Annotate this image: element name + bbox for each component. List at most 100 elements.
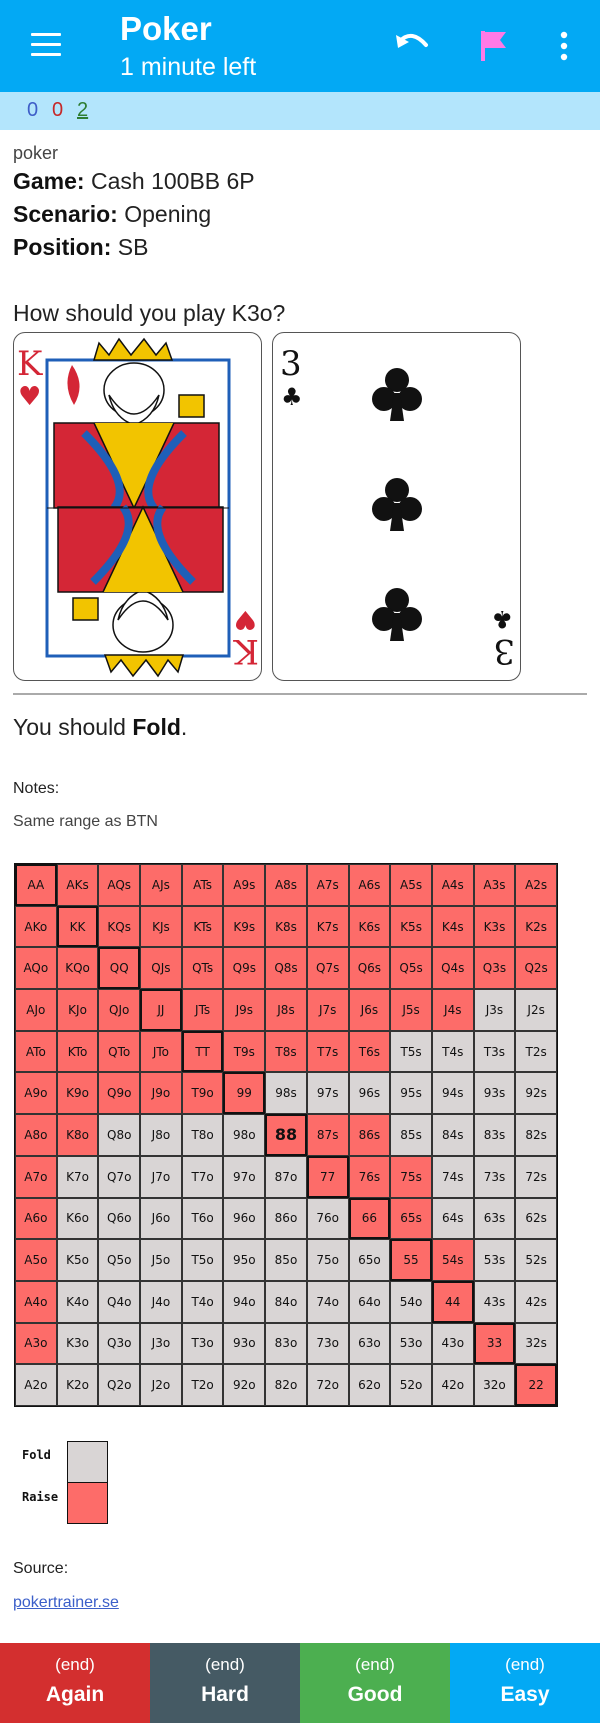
again-label: Again <box>45 1683 105 1706</box>
range-cell-62o: 62o <box>348 1364 391 1406</box>
range-cell-52o: 52o <box>390 1364 432 1406</box>
range-cell-K3o: K3o <box>56 1322 99 1365</box>
card1-suit-icon-bottom: ♥ <box>234 604 257 634</box>
range-cell-A8s: A8s <box>265 864 307 906</box>
range-cell-86o: 86o <box>265 1197 307 1240</box>
range-cell-Q9s: Q9s <box>223 947 266 990</box>
range-cell-73s: 73s <box>473 1155 516 1198</box>
answer-text: You should Fold. <box>13 714 187 741</box>
card-counts-bar: 0 0 2 <box>0 92 600 130</box>
range-cell-AQs: AQs <box>98 864 141 906</box>
card2-rank: 3 <box>280 344 302 384</box>
hard-button[interactable]: (end) Hard <box>150 1643 300 1723</box>
range-cell-Q3o: Q3o <box>98 1322 141 1365</box>
range-cell-A7o: A7o <box>15 1155 57 1198</box>
range-cell-Q4s: Q4s <box>431 947 474 990</box>
range-cell-AKo: AKo <box>15 905 57 948</box>
hard-interval: (end) <box>205 1655 245 1674</box>
hard-label: Hard <box>201 1683 249 1706</box>
range-cell-84s: 84s <box>431 1114 474 1156</box>
easy-label: Easy <box>500 1683 550 1706</box>
range-cell-42o: 42o <box>431 1364 474 1406</box>
range-cell-QJo: QJo <box>98 989 141 1031</box>
range-cell-65o: 65o <box>348 1239 391 1281</box>
scenario-value: Opening <box>124 201 212 227</box>
hamburger-menu-icon[interactable] <box>24 28 68 62</box>
range-cell-83o: 83o <box>265 1322 307 1365</box>
range-cell-T8o: T8o <box>181 1114 224 1156</box>
three-of-clubs-card: 3 ♣ 3 ♣ <box>272 332 521 681</box>
scenario-label: Scenario: <box>13 201 118 227</box>
range-cell-92s: 92s <box>515 1072 557 1115</box>
range-cell-95s: 95s <box>390 1072 432 1115</box>
range-cell-Q7o: Q7o <box>98 1155 141 1198</box>
range-cell-72o: 72o <box>306 1364 349 1406</box>
range-cell-ATo: ATo <box>15 1030 57 1073</box>
undo-icon[interactable] <box>388 22 436 70</box>
range-cell-J3s: J3s <box>473 989 516 1031</box>
range-cell-T5o: T5o <box>181 1239 224 1281</box>
range-cell-55: 55 <box>390 1239 432 1281</box>
flag-icon[interactable] <box>470 22 518 70</box>
range-cell-J9o: J9o <box>140 1072 182 1115</box>
range-cell-T4o: T4o <box>181 1280 224 1323</box>
range-cell-97s: 97s <box>306 1072 349 1115</box>
range-cell-Q4o: Q4o <box>98 1280 141 1323</box>
range-cell-J9s: J9s <box>223 989 266 1031</box>
range-cell-KK: KK <box>56 905 99 948</box>
range-cell-K6s: K6s <box>348 905 391 948</box>
range-cell-63s: 63s <box>473 1197 516 1240</box>
range-cell-95o: 95o <box>223 1239 266 1281</box>
range-cell-76o: 76o <box>306 1197 349 1240</box>
range-cell-84o: 84o <box>265 1280 307 1323</box>
card1-rank: K <box>17 344 43 384</box>
range-cell-J5o: J5o <box>140 1239 182 1281</box>
answer-buttons: (end) Again (end) Hard (end) Good (end) … <box>0 1643 600 1723</box>
range-cell-94o: 94o <box>223 1280 266 1323</box>
sword-hilt <box>178 394 205 418</box>
notes-label: Notes: <box>13 780 60 797</box>
range-cell-86s: 86s <box>348 1114 391 1156</box>
question-text: How should you play K3o? <box>13 300 286 326</box>
range-cell-99: 99 <box>223 1072 266 1115</box>
range-cell-J4o: J4o <box>140 1280 182 1323</box>
range-cell-Q5s: Q5s <box>390 947 432 990</box>
range-cell-Q2s: Q2s <box>515 947 557 990</box>
range-cell-87o: 87o <box>265 1155 307 1198</box>
range-cell-A5o: A5o <box>15 1239 57 1281</box>
range-cell-82s: 82s <box>515 1114 557 1156</box>
range-cell-T9s: T9s <box>223 1030 266 1073</box>
range-cell-ATs: ATs <box>181 864 224 906</box>
range-cell-JTo: JTo <box>140 1030 182 1073</box>
range-cell-AQo: AQo <box>15 947 57 990</box>
range-cell-A9o: A9o <box>15 1072 57 1115</box>
good-button[interactable]: (end) Good <box>300 1643 450 1723</box>
crown-icon <box>92 337 174 361</box>
king-head <box>103 362 165 418</box>
legend-raise-label: Raise <box>22 1490 59 1504</box>
more-vert-icon[interactable] <box>540 22 588 70</box>
range-cell-J3o: J3o <box>140 1322 182 1365</box>
range-cell-Q6o: Q6o <box>98 1197 141 1240</box>
range-cell-62s: 62s <box>515 1197 557 1240</box>
range-cell-K7o: K7o <box>56 1155 99 1198</box>
range-cell-T5s: T5s <box>390 1030 432 1073</box>
easy-button[interactable]: (end) Easy <box>450 1643 600 1723</box>
answer-divider <box>13 693 587 695</box>
range-cell-83s: 83s <box>473 1114 516 1156</box>
range-cell-J8s: J8s <box>265 989 307 1031</box>
range-cell-K9s: K9s <box>223 905 266 948</box>
range-cell-K7s: K7s <box>306 905 349 948</box>
range-cell-AJo: AJo <box>15 989 57 1031</box>
range-cell-J7s: J7s <box>306 989 349 1031</box>
range-cell-96s: 96s <box>348 1072 391 1115</box>
range-cell-JJ: JJ <box>140 989 182 1031</box>
source-link[interactable]: pokertrainer.se <box>13 1594 119 1612</box>
game-value: Cash 100BB 6P <box>90 168 255 194</box>
club-pip-icon <box>372 368 422 421</box>
again-button[interactable]: (end) Again <box>0 1643 150 1723</box>
range-cell-96o: 96o <box>223 1197 266 1240</box>
range-cell-KQo: KQo <box>56 947 99 990</box>
good-label: Good <box>347 1683 403 1706</box>
range-cell-TT: TT <box>181 1030 224 1073</box>
